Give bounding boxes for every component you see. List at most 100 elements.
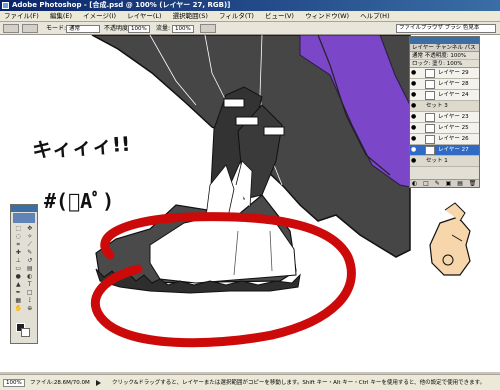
stamp-tool-icon[interactable]: ⊥ xyxy=(13,257,24,264)
notes-tool-icon[interactable]: ▦ xyxy=(13,297,24,304)
eye-icon[interactable]: ● xyxy=(411,136,417,142)
layer-set-name: セット 1 xyxy=(426,158,448,164)
background-color-swatch[interactable] xyxy=(21,328,30,337)
zoom-tool-icon[interactable]: ⊕ xyxy=(25,305,36,312)
gradient-tool-icon[interactable]: ▤ xyxy=(25,265,36,272)
history-brush-tool-icon[interactable]: ↺ xyxy=(25,257,36,264)
layer-row[interactable]: ● レイヤー 24 xyxy=(410,90,479,101)
layer-name: レイヤー 26 xyxy=(438,136,469,142)
menu-view[interactable]: ビュー(V) xyxy=(265,12,294,20)
layer-set-row[interactable]: ● セット 1 xyxy=(410,156,479,167)
brush-tool-icon[interactable]: ✎ xyxy=(25,249,36,256)
layer-opacity-field[interactable]: 不透明度: 100% xyxy=(425,53,466,59)
options-bar: モード: 通常 不透明度: 100% 流量: 100% ファイルブラウザ ブラシ… xyxy=(0,22,500,35)
layer-set-name: セット 3 xyxy=(426,103,448,109)
toolbox-palette: ⬚ ✥ ◌ ✧ ⌗ ⟋ ✚ ✎ ⊥ ↺ ▭ ▤ ● ◐ ▲ T ✒ □ ▦ ⟟ … xyxy=(10,204,38,344)
slice-tool-icon[interactable]: ⟋ xyxy=(25,241,36,248)
photoshop-logo-icon[interactable] xyxy=(13,213,35,223)
menu-edit[interactable]: 編集(E) xyxy=(50,12,72,20)
path-select-tool-icon[interactable]: ▲ xyxy=(13,281,24,288)
layer-list: ● レイヤー 29 ● レイヤー 28 ● レイヤー 24 ● セット 3 ● … xyxy=(410,68,479,167)
layer-row[interactable]: ● レイヤー 28 xyxy=(410,79,479,90)
eye-icon[interactable]: ● xyxy=(411,158,417,164)
mode-label: モード: xyxy=(46,25,67,32)
layers-palette-tabs[interactable]: レイヤー チャンネル パス xyxy=(410,44,479,52)
layer-row[interactable]: ● レイヤー 25 xyxy=(410,123,479,134)
eyedropper-tool-icon[interactable]: ⟟ xyxy=(25,297,36,304)
layer-name: レイヤー 23 xyxy=(438,114,469,120)
menu-filter[interactable]: フィルタ(T) xyxy=(219,12,254,20)
layers-footer-buttons[interactable]: ◐ □ ✎ ▣ ▤ 🗑 xyxy=(410,179,479,187)
layer-name: レイヤー 25 xyxy=(438,125,469,131)
layer-thumbnail xyxy=(425,113,435,122)
layer-thumbnail xyxy=(425,80,435,89)
layer-name: レイヤー 28 xyxy=(438,81,469,87)
lasso-tool-icon[interactable]: ◌ xyxy=(13,233,24,240)
flow-label: 流量: xyxy=(156,25,171,32)
opacity-field[interactable]: 100% xyxy=(128,25,150,33)
hand-shape xyxy=(429,216,471,276)
marquee-tool-icon[interactable]: ⬚ xyxy=(13,225,24,232)
move-tool-icon[interactable]: ✥ xyxy=(25,225,36,232)
eye-icon[interactable]: ● xyxy=(411,114,417,120)
layer-name: レイヤー 27 xyxy=(438,147,469,153)
menu-layer[interactable]: レイヤー(L) xyxy=(127,12,162,20)
blend-mode-select[interactable]: 通常 xyxy=(412,53,423,59)
menu-image[interactable]: イメージ(I) xyxy=(83,12,116,20)
brush-preset-button[interactable] xyxy=(22,24,38,33)
text-tool-icon[interactable]: T xyxy=(25,281,36,288)
layer-row[interactable]: ● レイヤー 23 xyxy=(410,112,479,123)
menu-select[interactable]: 選択範囲(S) xyxy=(173,12,208,20)
palette-well-tabs[interactable]: ファイルブラウザ ブラシ 色見本 xyxy=(396,24,496,33)
status-hint-text: クリック&ドラッグすると、レイヤーまたは選択範囲がコピーを移動します。Shift… xyxy=(112,380,486,386)
hand-tool-icon[interactable]: ✋ xyxy=(13,305,24,312)
layer-name: レイヤー 29 xyxy=(438,70,469,76)
shape-tool-icon[interactable]: □ xyxy=(25,289,36,296)
eye-icon[interactable]: ● xyxy=(411,92,417,98)
flow-field[interactable]: 100% xyxy=(172,25,194,33)
blur-tool-icon[interactable]: ● xyxy=(13,273,24,280)
layer-set-row[interactable]: ● セット 3 xyxy=(410,101,479,112)
photoshop-app-icon xyxy=(2,2,9,9)
layer-name: レイヤー 24 xyxy=(438,92,469,98)
layer-row-selected[interactable]: ● レイヤー 27 xyxy=(410,145,479,156)
layer-thumbnail xyxy=(425,69,435,78)
eye-icon[interactable]: ● xyxy=(411,70,417,76)
dodge-tool-icon[interactable]: ◐ xyxy=(25,273,36,280)
layer-fill-field[interactable]: 塗り: 100% xyxy=(432,61,462,67)
layer-thumbnail xyxy=(425,91,435,100)
layer-thumbnail xyxy=(425,146,435,155)
tool-grid: ⬚ ✥ ◌ ✧ ⌗ ⟋ ✚ ✎ ⊥ ↺ ▭ ▤ ● ◐ ▲ T ✒ □ ▦ ⟟ … xyxy=(11,224,37,313)
menu-window[interactable]: ウィンドウ(W) xyxy=(305,12,349,20)
zoom-field[interactable]: 100% xyxy=(3,379,25,387)
eye-icon[interactable]: ● xyxy=(411,81,417,87)
window-title: Adobe Photoshop - [合成.psd @ 100% (レイヤー 2… xyxy=(12,1,231,9)
status-bar: 100% ファイル:28.6M/70.0M クリック&ドラッグすると、レイヤーま… xyxy=(0,374,500,390)
mode-select[interactable]: 通常 xyxy=(66,25,100,33)
document-size-info: ファイル:28.6M/70.0M xyxy=(30,380,90,386)
airbrush-toggle[interactable] xyxy=(200,24,216,33)
eraser-tool-icon[interactable]: ▭ xyxy=(13,265,24,272)
eye-icon[interactable]: ● xyxy=(411,147,417,153)
magic-wand-tool-icon[interactable]: ✧ xyxy=(25,233,36,240)
layer-row[interactable]: ● レイヤー 29 xyxy=(410,68,479,79)
opacity-label: 不透明度: xyxy=(104,25,131,32)
layer-thumbnail xyxy=(425,135,435,144)
layer-thumbnail xyxy=(425,124,435,133)
layers-palette: レイヤー チャンネル パス 通常 不透明度: 100% ロック: 塗り: 100… xyxy=(409,36,480,188)
layers-lock-row: ロック: 塗り: 100% xyxy=(410,60,479,68)
healing-brush-tool-icon[interactable]: ✚ xyxy=(13,249,24,256)
layers-palette-header[interactable] xyxy=(410,37,479,44)
eye-icon[interactable]: ● xyxy=(411,103,417,109)
layers-blend-row: 通常 不透明度: 100% xyxy=(410,52,479,60)
pen-tool-icon[interactable]: ✒ xyxy=(13,289,24,296)
status-menu-arrow-icon[interactable] xyxy=(96,380,101,386)
toolbox-header[interactable] xyxy=(11,205,37,212)
tool-preset-button[interactable] xyxy=(3,24,19,33)
eye-icon[interactable]: ● xyxy=(411,125,417,131)
menu-help[interactable]: ヘルプ(H) xyxy=(360,12,389,20)
layer-row[interactable]: ● レイヤー 26 xyxy=(410,134,479,145)
crop-tool-icon[interactable]: ⌗ xyxy=(13,241,24,248)
menu-file[interactable]: ファイル(F) xyxy=(4,12,39,20)
window-title-bar: Adobe Photoshop - [合成.psd @ 100% (レイヤー 2… xyxy=(0,0,500,11)
